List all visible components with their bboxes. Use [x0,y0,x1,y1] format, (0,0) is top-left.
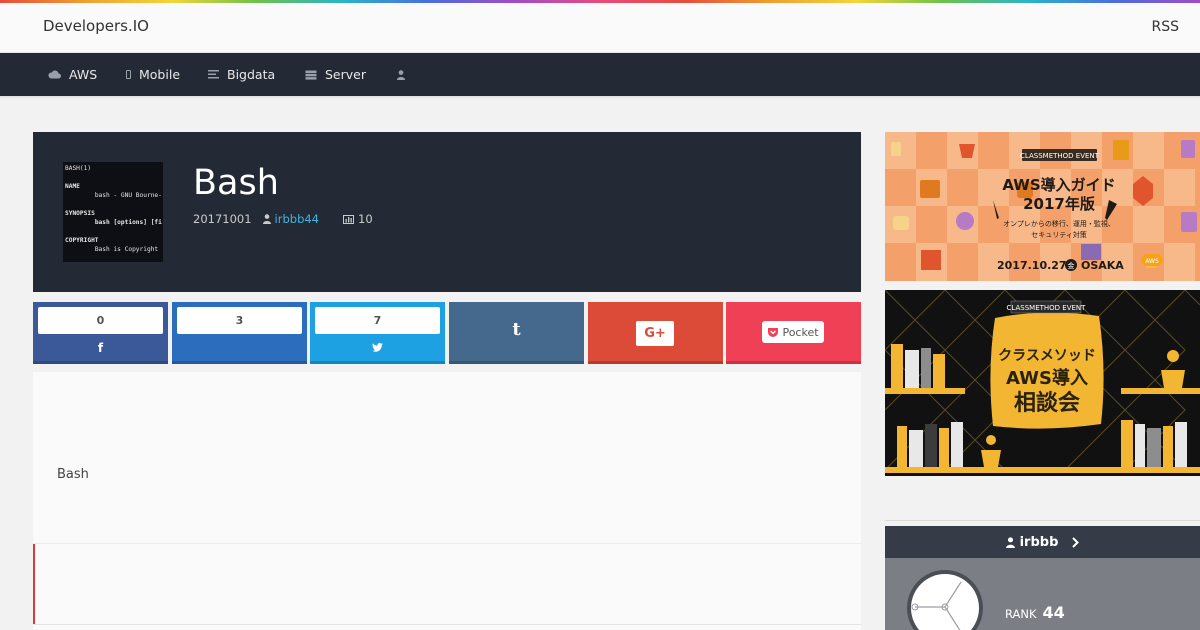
profile-name: irbbb [1019,534,1059,550]
user-icon [397,69,405,80]
banner-line3: 相談会 [1014,390,1080,416]
thumbnail-line: NAME [65,183,80,190]
chevron-right-icon [1072,536,1080,548]
pocket-share-button[interactable]: Pocket [726,302,861,364]
rank-value: 44 [1042,603,1065,622]
share-count: 3 [177,307,302,334]
content-paragraph: Bash [57,467,89,482]
twitter-icon [310,341,445,355]
facebook-share-button[interactable]: 0 f [33,302,168,364]
banner-day: 金 [1068,261,1075,270]
aws-badge: AWS [1145,258,1159,265]
content-divider [33,624,861,625]
nav-item-bigdata[interactable]: Bigdata [208,53,275,96]
post-title: Bash [193,163,279,203]
user-icon [1005,536,1015,548]
banner-line1: クラスメソッド [998,348,1096,364]
post-meta: 20171001 irbbb44 10 [193,212,373,226]
cloud-icon [48,70,61,79]
banner-pattern-bg: CLASSMETHOD EVENT クラスメソッド AWS導入 相談会 [885,290,1200,473]
tumblr-share-button[interactable]: t [449,302,584,364]
nav-item-label: Server [325,67,366,82]
server-icon [305,70,317,80]
rank-label: RANK [1005,607,1037,621]
share-count: 7 [315,307,440,334]
site-title-link[interactable]: Developers.IO [43,17,149,35]
author-icon [262,214,271,224]
tumblr-icon: t [512,319,521,340]
banner-subtitle-line1: オンプレからの移行、運用・監視、 [1003,219,1115,228]
main-nav: AWS Mobile Bigdata Server [0,53,1200,96]
thumbnail-line: COPYRIGHT [65,237,99,244]
content-divider [33,543,861,544]
googleplus-icon: G+ [636,321,674,346]
top-header: Developers.IO RSS [0,3,1200,53]
post-date: 20171001 [193,212,252,226]
twitter-share-button[interactable]: 7 [310,302,445,364]
list-icon [208,70,219,79]
googleplus-share-button[interactable]: G+ [588,302,723,364]
post-content: Bash [33,372,861,630]
thumbnail-line: bash - GNU Bourne- [94,192,162,199]
sidebar-divider [885,520,1200,521]
share-count: 0 [38,307,163,334]
nav-shadow [0,96,1200,99]
banner-line2: AWS導入 [1006,367,1088,389]
banner-event-tag: CLASSMETHOD EVENT [1007,304,1087,312]
banner-city: OSAKA [1081,259,1124,272]
nav-item-label: Mobile [139,67,181,82]
banner-date: 2017.10.27 [997,259,1067,272]
thumbnail-line: BASH(1) [65,165,92,172]
post-hero: BASH(1) NAME bash - GNU Bourne- SYNOPSIS… [33,132,861,292]
banner-title-line2: 2017年版 [1023,195,1095,213]
author-rank: RANK 44 [1005,603,1065,622]
thumbnail-line: bash [options] [fi [94,219,162,226]
facebook-icon: f [97,341,104,355]
ad-block-marker [33,544,35,624]
author-profile-header[interactable]: irbbb [885,526,1200,558]
aws-consultation-banner[interactable]: CLASSMETHOD EVENT クラスメソッド AWS導入 相談会 [885,290,1200,476]
nav-item-label: Bigdata [227,67,276,82]
hatena-share-button[interactable]: 3 [172,302,307,364]
pocket-label: Pocket [782,325,819,339]
nav-item-server[interactable]: Server [305,53,366,96]
nav-item-mobile[interactable]: Mobile [126,53,180,96]
author-profile-body: RANK 44 [885,558,1200,630]
thumbnail-line: SYNOPSIS [65,210,95,217]
mobile-icon [126,70,131,79]
nav-item-label: AWS [69,67,98,82]
view-count: 10 [358,212,373,226]
pocket-badge: Pocket [762,321,824,343]
author-link[interactable]: irbbb44 [275,212,319,226]
aws-guide-osaka-banner[interactable]: CLASSMETHOD EVENT AWS導入ガイド 2017年版 オンプレから… [885,132,1200,281]
rss-link[interactable]: RSS [1151,19,1179,35]
banner-subtitle-line2: セキュリティ対策 [1031,230,1087,239]
bar-chart-icon [343,214,355,224]
banner-checker-bg: CLASSMETHOD EVENT AWS導入ガイド 2017年版 オンプレから… [885,132,1197,281]
banner-event-tag: CLASSMETHOD EVENT [1020,152,1100,160]
pocket-icon [767,327,779,338]
thumbnail-line: Bash is Copyright [94,246,159,253]
rank-dial-icon [907,570,983,630]
nav-item-aws[interactable]: AWS [48,53,97,96]
banner-title-line1: AWS導入ガイド [1002,176,1115,194]
post-thumbnail[interactable]: BASH(1) NAME bash - GNU Bourne- SYNOPSIS… [63,162,163,262]
nav-item-user[interactable] [397,53,413,96]
